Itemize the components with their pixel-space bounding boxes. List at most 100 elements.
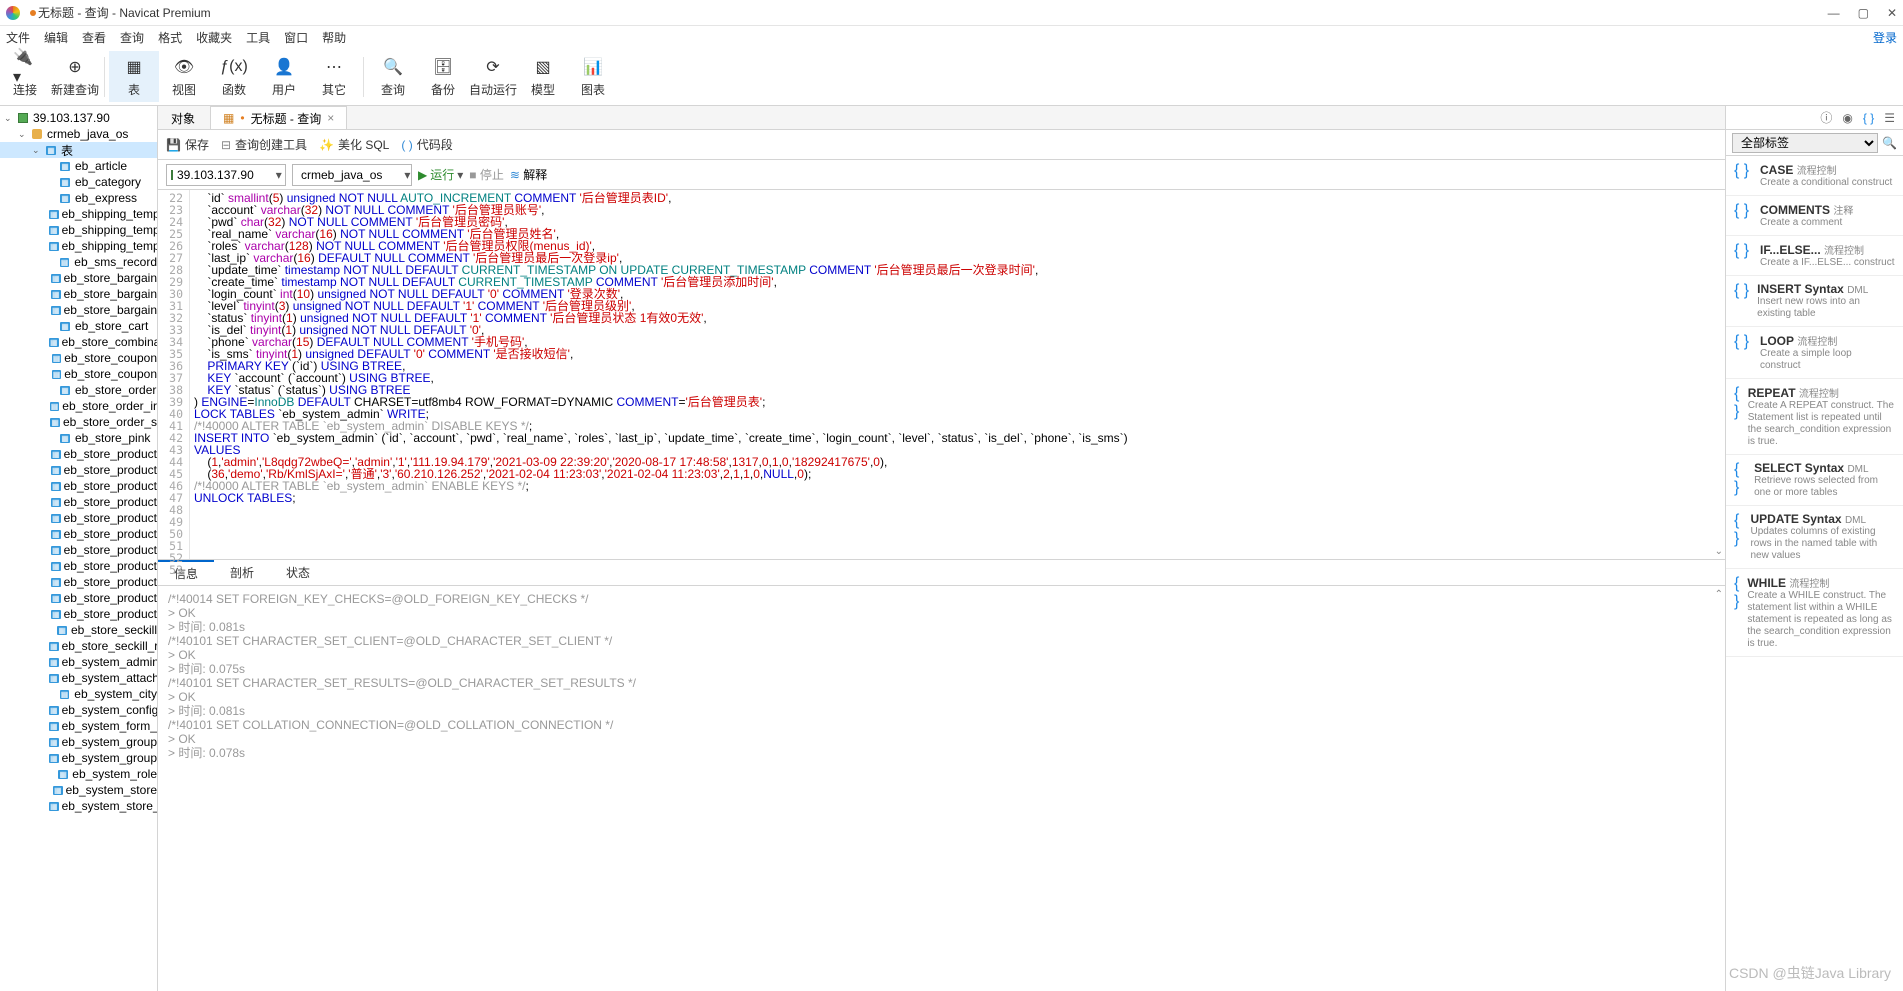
save-button[interactable]: 💾保存 [166, 136, 209, 153]
tree-item[interactable]: ⌄crmeb_java_os [0, 126, 157, 142]
tree-item[interactable]: ▦eb_article [0, 158, 157, 174]
tree-item[interactable]: ▦eb_store_bargain [0, 302, 157, 318]
minimize-button[interactable]: — [1828, 6, 1840, 20]
run-button[interactable]: ▶运行▾ [418, 166, 463, 183]
tree-item[interactable]: ⌄39.103.137.90 [0, 110, 157, 126]
beautify-button[interactable]: ✨美化 SQL [319, 136, 389, 153]
info-icon[interactable]: ⓘ [1820, 109, 1832, 126]
scroll-down-icon[interactable]: ⌄ [1715, 546, 1723, 557]
tab-profile[interactable]: 剖析 [214, 560, 270, 585]
menu-tools[interactable]: 工具 [246, 29, 270, 46]
menu-window[interactable]: 窗口 [284, 29, 308, 46]
tree-item[interactable]: ▦eb_system_admin [0, 654, 157, 670]
snippet-item[interactable]: { }UPDATE Syntax DMLUpdates columns of e… [1726, 506, 1903, 569]
tree-item[interactable]: ▦eb_sms_record [0, 254, 157, 270]
sql-editor[interactable]: 22 23 24 25 26 27 28 29 30 31 32 33 34 3… [158, 190, 1725, 560]
tree-item[interactable]: ▦eb_store_product [0, 574, 157, 590]
menu-view[interactable]: 查看 [82, 29, 106, 46]
stop-button[interactable]: ■ 停止 [469, 166, 504, 183]
tree-item[interactable]: ▦eb_store_product [0, 542, 157, 558]
ribbon-函数[interactable]: ƒ(x)函数 [209, 51, 259, 102]
tree-item[interactable]: ▦eb_store_order_ir [0, 398, 157, 414]
list-icon[interactable]: ☰ [1884, 111, 1895, 125]
tree-item[interactable]: ▦eb_store_product [0, 494, 157, 510]
tree-item[interactable]: ▦eb_system_city [0, 686, 157, 702]
snippet-item[interactable]: { }WHILE 流程控制Create a WHILE construct. T… [1726, 569, 1903, 657]
tree-item[interactable]: ▦eb_store_combina [0, 334, 157, 350]
tree-item[interactable]: ▦eb_store_coupon [0, 366, 157, 382]
tree-item[interactable]: ▦eb_store_product [0, 606, 157, 622]
tree-item[interactable]: ▦eb_store_product [0, 590, 157, 606]
tree-item[interactable]: ▦eb_store_coupon [0, 350, 157, 366]
tab-query[interactable]: ▦ • 无标题 - 查询 × [210, 106, 347, 129]
braces-icon[interactable]: { } [1863, 111, 1874, 125]
tree-item[interactable]: ▦eb_store_product [0, 462, 157, 478]
tree-item[interactable]: ▦eb_system_role [0, 766, 157, 782]
maximize-button[interactable]: ▢ [1858, 6, 1869, 20]
tree-item[interactable]: ▦eb_store_product [0, 526, 157, 542]
tab-info[interactable]: 信息 [158, 560, 214, 585]
tree-item[interactable]: ▦eb_system_config [0, 702, 157, 718]
ribbon-连接[interactable]: 🔌▾连接 [0, 51, 50, 102]
tree-item[interactable]: ⌄▦表 [0, 142, 157, 158]
snippet-item[interactable]: { }CASE 流程控制Create a conditional constru… [1726, 156, 1903, 196]
menu-query[interactable]: 查询 [120, 29, 144, 46]
tag-filter-select[interactable]: 全部标签 [1732, 133, 1878, 153]
tree-item[interactable]: ▦eb_store_order [0, 382, 157, 398]
menu-fav[interactable]: 收藏夹 [196, 29, 232, 46]
snippet-item[interactable]: { }IF...ELSE... 流程控制Create a IF...ELSE..… [1726, 236, 1903, 276]
snippet-item[interactable]: { }REPEAT 流程控制Create A REPEAT construct.… [1726, 379, 1903, 455]
tree-item[interactable]: ▦eb_system_store [0, 782, 157, 798]
snippet-item[interactable]: { }INSERT Syntax DMLInsert new rows into… [1726, 276, 1903, 327]
tree-item[interactable]: ▦eb_store_pink [0, 430, 157, 446]
ribbon-视图[interactable]: 👁视图 [159, 51, 209, 102]
ribbon-模型[interactable]: ▧模型 [518, 51, 568, 102]
connection-select[interactable]: 39.103.137.90▾ [166, 164, 286, 186]
tree-item[interactable]: ▦eb_store_cart [0, 318, 157, 334]
tree-item[interactable]: ▦eb_shipping_temp [0, 222, 157, 238]
tree-item[interactable]: ▦eb_store_bargain [0, 286, 157, 302]
tree-item[interactable]: ▦eb_store_bargain [0, 270, 157, 286]
snippet-item[interactable]: { }COMMENTS 注释Create a comment [1726, 196, 1903, 236]
menu-file[interactable]: 文件 [6, 29, 30, 46]
explain-button[interactable]: ≋ 解释 [510, 166, 547, 183]
menu-help[interactable]: 帮助 [322, 29, 346, 46]
tab-objects[interactable]: 对象 [158, 106, 208, 129]
tree-item[interactable]: ▦eb_system_group [0, 734, 157, 750]
menu-edit[interactable]: 编辑 [44, 29, 68, 46]
tree-item[interactable]: ▦eb_shipping_temp [0, 238, 157, 254]
snippet-item[interactable]: { }LOOP 流程控制Create a simple loop constru… [1726, 327, 1903, 379]
tree-item[interactable]: ▦eb_store_order_s [0, 414, 157, 430]
ribbon-新建查询[interactable]: ⊕新建查询 [50, 51, 100, 102]
menu-format[interactable]: 格式 [158, 29, 182, 46]
database-select[interactable]: crmeb_java_os▾ [292, 164, 412, 186]
ribbon-图表[interactable]: 📊图表 [568, 51, 618, 102]
ribbon-自动运行[interactable]: ⟳自动运行 [468, 51, 518, 102]
tree-item[interactable]: ▦eb_system_group [0, 750, 157, 766]
tree-item[interactable]: ▦eb_store_seckill [0, 622, 157, 638]
tab-status[interactable]: 状态 [270, 560, 326, 585]
tree-item[interactable]: ▦eb_express [0, 190, 157, 206]
close-button[interactable]: ✕ [1887, 6, 1897, 20]
tree-item[interactable]: ▦eb_shipping_temp [0, 206, 157, 222]
ribbon-其它[interactable]: ⋯其它 [309, 51, 359, 102]
close-tab-icon[interactable]: × [327, 111, 334, 125]
ribbon-用户[interactable]: 👤用户 [259, 51, 309, 102]
tree-item[interactable]: ▦eb_store_product [0, 510, 157, 526]
snippet-button[interactable]: ( )代码段 [401, 136, 452, 153]
tree-item[interactable]: ▦eb_store_product [0, 558, 157, 574]
tree-item[interactable]: ▦eb_store_product [0, 478, 157, 494]
tree-item[interactable]: ▦eb_category [0, 174, 157, 190]
tree-item[interactable]: ▦eb_system_attach [0, 670, 157, 686]
code-area[interactable]: `id` smallint(5) unsigned NOT NULL AUTO_… [190, 190, 1725, 559]
ribbon-查询[interactable]: 🔍查询 [368, 51, 418, 102]
search-icon[interactable]: 🔍 [1878, 136, 1897, 150]
tree-item[interactable]: ▦eb_store_seckill_r [0, 638, 157, 654]
object-tree[interactable]: ⌄39.103.137.90⌄crmeb_java_os⌄▦表▦eb_artic… [0, 106, 158, 991]
login-link[interactable]: 登录 [1873, 29, 1897, 46]
query-builder-button[interactable]: ⊟查询创建工具 [221, 136, 307, 153]
tree-item[interactable]: ▦eb_system_store_ [0, 798, 157, 814]
tree-item[interactable]: ▦eb_store_product [0, 446, 157, 462]
ribbon-备份[interactable]: 🗄备份 [418, 51, 468, 102]
ribbon-表[interactable]: ▦表 [109, 51, 159, 102]
